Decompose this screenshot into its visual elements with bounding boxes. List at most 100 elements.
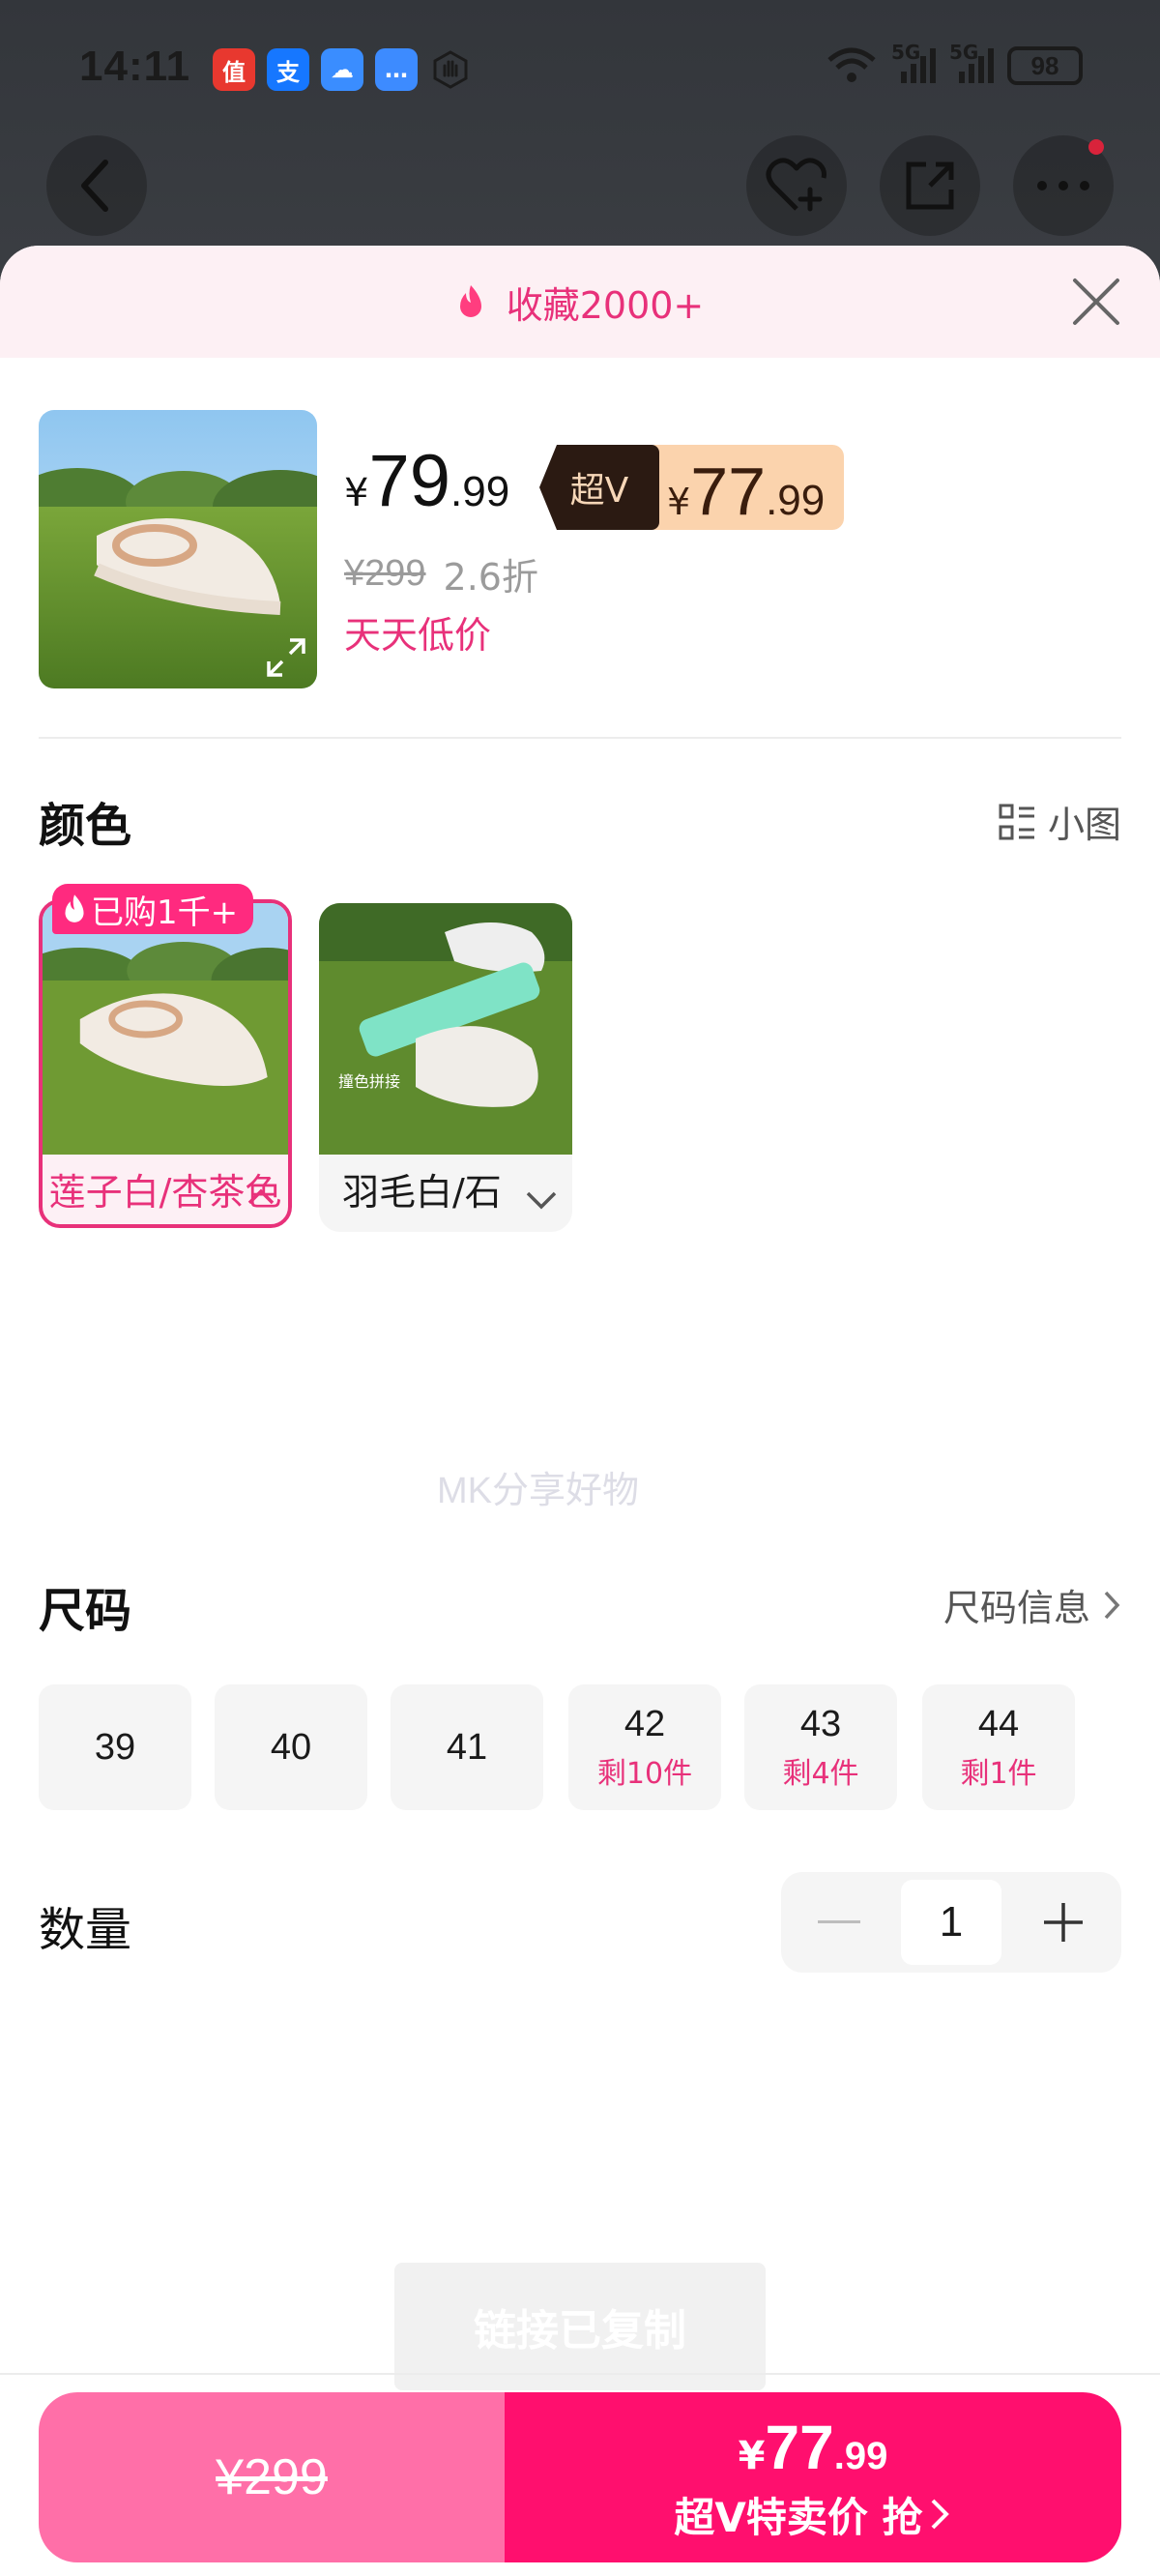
status-app-icons: 值 支 ☁ …	[213, 48, 472, 91]
increase-button[interactable]	[1005, 1872, 1121, 1973]
size-option-44[interactable]: 44 剩1件	[922, 1684, 1075, 1810]
superv-buy-label-row: 超V特卖价 抢	[674, 2485, 951, 2544]
buy-price-decimal: .99	[833, 2434, 888, 2477]
hand-icon	[429, 48, 472, 91]
stock-label: 剩1件	[960, 1756, 1037, 1791]
superv-buy-price: ¥ 77 .99	[739, 2412, 888, 2483]
chevron-left-icon	[81, 160, 108, 212]
heart-plus-icon	[766, 158, 826, 212]
favorites-count: 收藏2000+	[456, 276, 705, 329]
svg-text:撞色拼接: 撞色拼接	[338, 1072, 400, 1091]
bottom-divider	[0, 2373, 1160, 2375]
back-button[interactable]	[46, 135, 147, 236]
more-button[interactable]	[1013, 135, 1114, 236]
size-label: 43	[799, 1703, 842, 1744]
quantity-value[interactable]: 1	[901, 1880, 1001, 1965]
promo-label: 天天低价	[344, 614, 492, 657]
sku-selection-sheet: 收藏2000+ ¥ 79 .99 超V ¥ 77 .99 ¥299 2.6折 天…	[0, 246, 1160, 2576]
color-option-image: 撞色拼接	[319, 903, 572, 1155]
size-option-40[interactable]: 40	[215, 1684, 367, 1810]
buy-price-integer: 77	[765, 2412, 834, 2482]
network-label-2: 5G	[949, 41, 979, 64]
signal-icon: 5G	[949, 41, 994, 83]
share-button[interactable]	[880, 135, 980, 236]
original-price-row: ¥299 2.6折	[344, 547, 538, 600]
decrease-button[interactable]	[781, 1872, 897, 1973]
chevron-right-icon	[1104, 1591, 1120, 1619]
chevron-right-icon	[931, 2499, 949, 2530]
product-summary: ¥ 79 .99 超V ¥ 77 .99 ¥299 2.6折 天天低价	[39, 410, 1121, 690]
price-integer: 79	[368, 440, 450, 522]
zhide-app-icon: 值	[213, 48, 255, 91]
price-currency: ¥	[344, 471, 369, 515]
signal-icon: 5G	[891, 41, 936, 83]
size-option-39[interactable]: 39	[39, 1684, 191, 1810]
superv-price-currency: ¥	[667, 481, 691, 523]
sold-count-label: 已购1千+	[91, 893, 239, 932]
chevron-down-icon	[526, 1191, 557, 1210]
section-divider	[39, 737, 1121, 739]
size-info-label: 尺码信息	[942, 1587, 1090, 1629]
size-label: 41	[446, 1726, 488, 1768]
discount-label: 2.6折	[443, 556, 538, 599]
size-label: 40	[270, 1726, 312, 1768]
superv-label: 超V	[539, 445, 659, 530]
original-price: ¥299	[344, 553, 426, 594]
battery-indicator: 98	[1007, 46, 1083, 85]
superv-price: ¥ 77 .99	[653, 445, 845, 530]
size-info-link[interactable]: 尺码信息	[943, 1578, 1121, 1631]
cloud-app-icon: ☁	[321, 48, 363, 91]
color-option-lotus-white[interactable]: 莲子白/杏茶色	[39, 899, 292, 1228]
close-icon[interactable]	[1069, 275, 1123, 329]
flame-icon	[459, 285, 481, 317]
network-label-1: 5G	[891, 41, 921, 64]
view-toggle-label: 小图	[1047, 804, 1121, 846]
minus-icon	[818, 1920, 860, 1923]
watermark-text: MK分享好物	[437, 1471, 640, 1511]
size-section-title: 尺码	[39, 1584, 132, 1638]
color-section-title: 颜色	[39, 799, 132, 853]
quantity-section-title: 数量	[39, 1903, 132, 1957]
size-label: 42	[624, 1703, 666, 1744]
plus-icon	[1044, 1903, 1083, 1942]
normal-price: ¥299	[216, 2449, 328, 2505]
superv-price-integer: 77	[690, 454, 767, 529]
size-label: 39	[94, 1726, 136, 1768]
stock-label: 剩4件	[782, 1756, 859, 1791]
chevron-up-icon	[247, 1188, 275, 1205]
favorites-count-label: 收藏2000+	[506, 283, 705, 327]
size-option-42[interactable]: 42 剩10件	[568, 1684, 721, 1810]
color-option-feather-white[interactable]: 撞色拼接 羽毛白/石	[319, 903, 572, 1232]
notification-dot	[1088, 139, 1104, 155]
view-toggle-button[interactable]: 小图	[998, 795, 1121, 848]
sheet-header: 收藏2000+	[0, 246, 1160, 358]
buy-superv-price-button[interactable]: ¥ 77 .99 超V特卖价 抢	[505, 2392, 1121, 2562]
superv-price-tag: 超V ¥ 77 .99	[539, 445, 845, 530]
current-price: ¥ 79 .99	[344, 439, 509, 523]
size-option-41[interactable]: 41	[391, 1684, 543, 1810]
wifi-icon	[827, 47, 876, 82]
stock-label: 剩10件	[596, 1756, 693, 1791]
superv-buy-label: 超V特卖价 抢	[674, 2493, 923, 2541]
toast-message: 链接已复制	[394, 2263, 766, 2390]
more-dots-icon	[1037, 181, 1089, 190]
buy-price-currency: ¥	[738, 2433, 766, 2478]
color-option-image	[43, 903, 288, 1155]
status-time: 14:11	[79, 43, 191, 90]
alipay-app-icon: 支	[267, 48, 309, 91]
quantity-stepper: 1	[781, 1872, 1121, 1973]
status-bar: 14:11 值 支 ☁ … 5G 5G 98	[0, 0, 1160, 145]
share-icon	[906, 161, 954, 210]
purchase-bar: ¥299 ¥ 77 .99 超V特卖价 抢	[39, 2392, 1121, 2562]
message-app-icon: …	[375, 48, 418, 91]
status-indicators: 5G 5G 98	[826, 41, 1083, 85]
size-option-43[interactable]: 43 剩4件	[744, 1684, 897, 1810]
expand-icon[interactable]	[261, 632, 311, 683]
buy-normal-price-button[interactable]: ¥299	[39, 2392, 505, 2562]
flame-icon	[65, 894, 84, 922]
sold-count-badge: 已购1千+	[52, 884, 254, 934]
favorite-button[interactable]	[746, 135, 847, 236]
product-image[interactable]	[39, 410, 317, 688]
price-decimal: .99	[450, 468, 510, 515]
superv-price-decimal: .99	[766, 477, 826, 524]
